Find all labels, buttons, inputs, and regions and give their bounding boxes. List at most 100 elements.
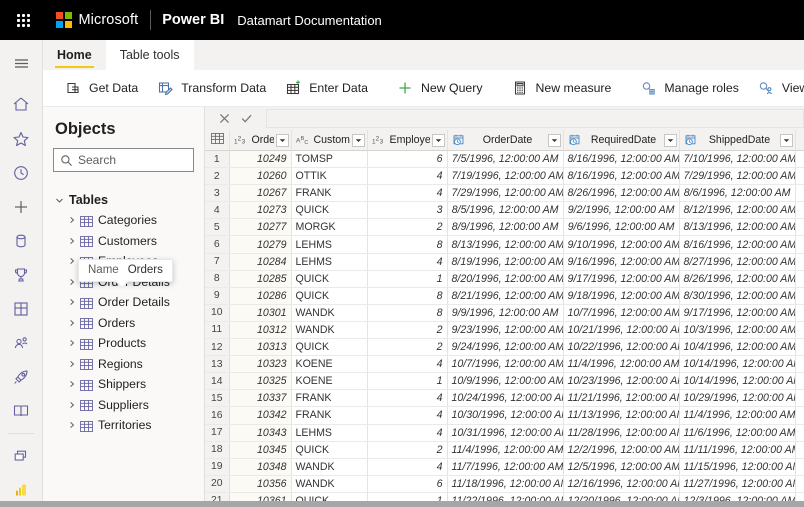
cell-employeeid[interactable]: 1	[367, 372, 448, 391]
cell-requireddate[interactable]: 10/7/1996, 12:00:00 AM	[563, 304, 680, 322]
cell-partial[interactable]	[795, 201, 804, 220]
cell-orderdate[interactable]: 8/13/1996, 12:00:00 AM	[447, 235, 564, 254]
cell-orderid[interactable]: 10284	[229, 253, 292, 271]
cell-customerid[interactable]: QUICK	[291, 201, 368, 220]
cell-employeeid[interactable]: 2	[367, 338, 448, 357]
table-row[interactable]: 16 10342 FRANK 4 10/30/1996, 12:00:00 AM 11/1…	[205, 406, 804, 425]
book-icon[interactable]	[0, 394, 43, 428]
cell-partial[interactable]	[795, 458, 804, 476]
cell-requireddate[interactable]: 10/23/1996, 12:00:00 AM	[563, 372, 680, 391]
chevron-right-icon[interactable]	[66, 421, 78, 429]
row-number-cell[interactable]: 14	[205, 372, 230, 391]
table-row[interactable]: 2 10260 OTTIK 4 7/19/1996, 12:00:00 AM 8/16/1…	[205, 167, 804, 186]
tree-item-categories[interactable]: Categories	[53, 210, 194, 231]
cell-employeeid[interactable]: 1	[367, 270, 448, 288]
database-icon[interactable]	[0, 224, 43, 258]
column-header-orderid[interactable]: 123 OrderID	[229, 130, 292, 151]
trophy-icon[interactable]	[0, 258, 43, 292]
row-number-cell[interactable]: 18	[205, 441, 230, 459]
cell-orderid[interactable]: 10313	[229, 338, 292, 357]
table-row[interactable]: 7 10284 LEHMS 4 8/19/1996, 12:00:00 AM 9/16/1…	[205, 253, 804, 271]
cell-requireddate[interactable]: 11/28/1996, 12:00:00 AM	[563, 424, 680, 442]
cell-customerid[interactable]: QUICK	[291, 441, 368, 459]
formula-input[interactable]	[266, 109, 804, 128]
cell-orderid[interactable]: 10249	[229, 150, 292, 169]
cell-orderdate[interactable]: 8/5/1996, 12:00:00 AM	[447, 201, 564, 220]
cell-employeeid[interactable]: 4	[367, 406, 448, 425]
cell-orderdate[interactable]: 9/9/1996, 12:00:00 AM	[447, 304, 564, 322]
cell-shippeddate[interactable]: 8/27/1996, 12:00:00 AM	[679, 253, 796, 271]
rocket-icon[interactable]	[0, 360, 43, 394]
cell-shippeddate[interactable]: 10/14/1996, 12:00:00 AM	[679, 355, 796, 374]
cell-employeeid[interactable]: 6	[367, 150, 448, 169]
column-header-shippeddate[interactable]: ShippedDate	[679, 130, 796, 151]
workspaces-icon[interactable]	[0, 439, 43, 473]
microsoft-logo[interactable]: Microsoft	[56, 12, 138, 28]
clock-icon[interactable]	[0, 156, 43, 190]
row-number-cell[interactable]: 13	[205, 355, 230, 374]
table-row[interactable]: 19 10348 WANDK 4 11/7/1996, 12:00:00 AM 12/5/…	[205, 458, 804, 476]
manage-roles-button[interactable]: Manage roles	[630, 70, 748, 107]
row-number-cell[interactable]: 5	[205, 218, 230, 237]
cell-orderdate[interactable]: 11/22/1996, 12:00:00 AM	[447, 492, 564, 501]
table-row[interactable]: 17 10343 LEHMS 4 10/31/1996, 12:00:00 AM 11/2…	[205, 424, 804, 442]
cell-requireddate[interactable]: 8/26/1996, 12:00:00 AM	[563, 184, 680, 203]
new-measure-button[interactable]: New measure	[502, 70, 621, 107]
cell-partial[interactable]	[795, 372, 804, 391]
cell-requireddate[interactable]: 12/2/1996, 12:00:00 AM	[563, 441, 680, 459]
cell-orderdate[interactable]: 8/9/1996, 12:00:00 AM	[447, 218, 564, 237]
column-header-orderdate[interactable]: OrderDate	[447, 130, 564, 151]
cell-partial[interactable]	[795, 389, 804, 408]
cell-employeeid[interactable]: 2	[367, 441, 448, 459]
enter-data-button[interactable]: Enter Data	[275, 70, 377, 107]
cell-shippeddate[interactable]: 10/3/1996, 12:00:00 AM	[679, 321, 796, 340]
cell-employeeid[interactable]: 4	[367, 253, 448, 271]
cell-customerid[interactable]: QUICK	[291, 287, 368, 305]
cell-partial[interactable]	[795, 492, 804, 501]
cell-employeeid[interactable]: 4	[367, 458, 448, 476]
cell-orderid[interactable]: 10301	[229, 304, 292, 322]
cell-requireddate[interactable]: 12/20/1996, 12:00:00 AM	[563, 492, 680, 501]
cell-requireddate[interactable]: 12/5/1996, 12:00:00 AM	[563, 458, 680, 476]
cell-orderdate[interactable]: 10/7/1996, 12:00:00 AM	[447, 355, 564, 374]
cell-customerid[interactable]: QUICK	[291, 492, 368, 501]
cell-employeeid[interactable]: 8	[367, 304, 448, 322]
cell-orderdate[interactable]: 7/5/1996, 12:00:00 AM	[447, 150, 564, 169]
cell-customerid[interactable]: KOENE	[291, 372, 368, 391]
row-number-cell[interactable]: 17	[205, 424, 230, 442]
cell-employeeid[interactable]: 4	[367, 424, 448, 442]
cell-orderid[interactable]: 10361	[229, 492, 292, 501]
cell-shippeddate[interactable]: 10/4/1996, 12:00:00 AM	[679, 338, 796, 357]
cell-employeeid[interactable]: 3	[367, 201, 448, 220]
cell-partial[interactable]	[795, 270, 804, 288]
cell-orderid[interactable]: 10356	[229, 475, 292, 493]
cell-orderid[interactable]: 10342	[229, 406, 292, 425]
home-icon[interactable]	[0, 87, 43, 121]
cell-requireddate[interactable]: 11/21/1996, 12:00:00 AM	[563, 389, 680, 408]
cell-requireddate[interactable]: 8/16/1996, 12:00:00 AM	[563, 150, 680, 169]
row-number-cell[interactable]: 10	[205, 304, 230, 322]
cell-shippeddate[interactable]: 12/3/1996, 12:00:00 AM	[679, 492, 796, 501]
cell-orderid[interactable]: 10323	[229, 355, 292, 374]
row-number-cell[interactable]: 12	[205, 338, 230, 357]
cell-orderdate[interactable]: 8/21/1996, 12:00:00 AM	[447, 287, 564, 305]
tree-item-customers[interactable]: Customers	[53, 231, 194, 252]
cell-customerid[interactable]: TOMSP	[291, 150, 368, 169]
tree-item-suppliers[interactable]: Suppliers	[53, 395, 194, 416]
row-number-cell[interactable]: 4	[205, 201, 230, 220]
cell-shippeddate[interactable]: 10/29/1996, 12:00:00 AM	[679, 389, 796, 408]
cell-customerid[interactable]: LEHMS	[291, 253, 368, 271]
cell-partial[interactable]	[795, 475, 804, 493]
transform-data-button[interactable]: Transform Data	[147, 70, 275, 107]
tree-root-tables[interactable]: Tables	[53, 190, 194, 210]
cell-orderid[interactable]: 10337	[229, 389, 292, 408]
table-row[interactable]: 5 10277 MORGK 2 8/9/1996, 12:00:00 AM 9/6/199…	[205, 218, 804, 237]
tree-item-regions[interactable]: Regions	[53, 354, 194, 375]
cell-orderid[interactable]: 10267	[229, 184, 292, 203]
filter-dropdown-orderdate[interactable]	[547, 133, 561, 147]
cell-requireddate[interactable]: 9/2/1996, 12:00:00 AM	[563, 201, 680, 220]
cell-orderid[interactable]: 10312	[229, 321, 292, 340]
filter-dropdown-requireddate[interactable]	[663, 133, 677, 147]
new-query-button[interactable]: New Query	[387, 70, 492, 107]
cell-requireddate[interactable]: 12/16/1996, 12:00:00 AM	[563, 475, 680, 493]
